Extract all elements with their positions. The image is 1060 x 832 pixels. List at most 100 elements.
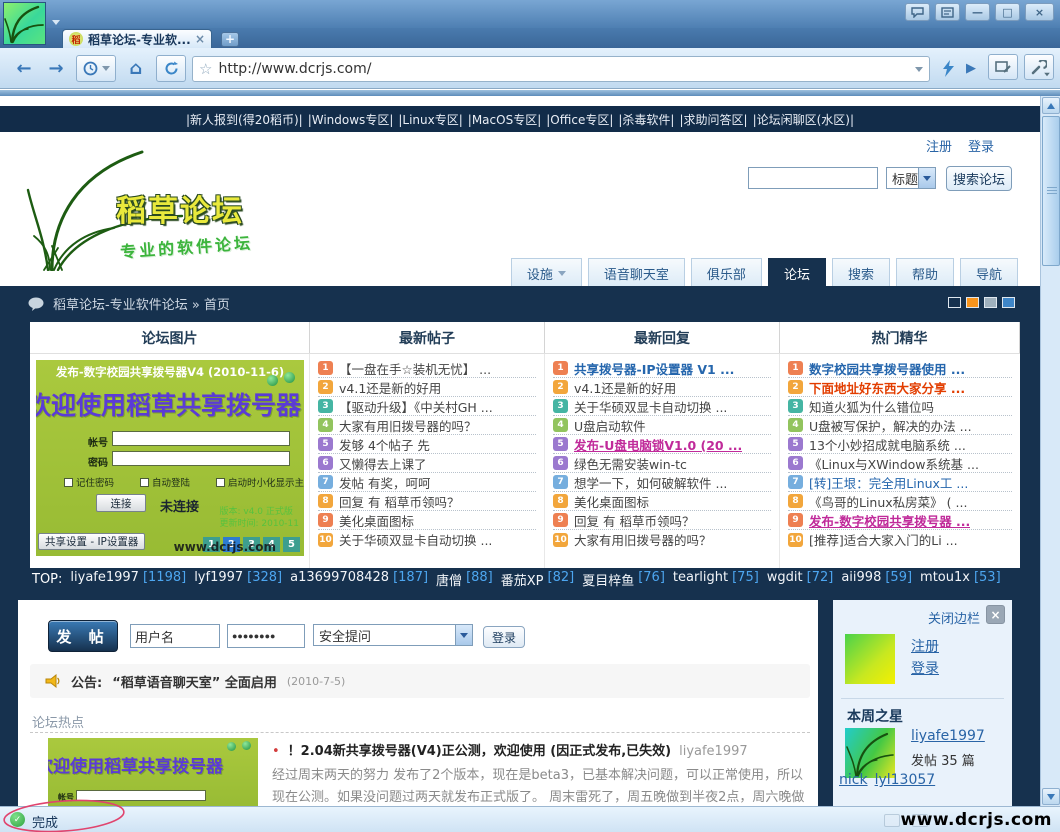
post-list-item[interactable]: 9 美化桌面图标 (318, 511, 536, 530)
menu-tab[interactable]: 导航 (960, 258, 1018, 287)
reply-link[interactable]: 美化桌面图标 (574, 492, 649, 511)
slideshow-page-button[interactable]: 5 (283, 537, 300, 552)
reply-link[interactable]: 关于华硕双显卡自动切换 ... (574, 397, 727, 416)
top-nav-link[interactable]: |Linux专区| (398, 111, 462, 128)
digest-link[interactable]: 下面地址好东西大家分享 ... (809, 378, 965, 397)
register-link[interactable]: 注册 (926, 136, 952, 155)
nick-label-link[interactable]: nick (839, 772, 868, 788)
digest-list-item[interactable]: 1 数字校园共享拨号器使用 ... (788, 359, 1012, 378)
scroll-up-button[interactable] (1042, 97, 1060, 114)
digest-list-item[interactable]: 6 《Linux与XWindow系统基 ... (788, 454, 1012, 473)
feedback-bubble-button[interactable] (905, 3, 930, 21)
digest-list-item[interactable]: 9 发布-数字校园共享拨号器 ... (788, 511, 1012, 530)
post-link[interactable]: 发够 4个帖子 先 (339, 435, 430, 454)
panel-button[interactable] (935, 3, 960, 21)
browser-tab[interactable]: 稻 稻草论坛-专业软... × (62, 29, 212, 48)
post-link[interactable]: 【驱动升级】《中关村GH ... (339, 397, 493, 416)
top-user[interactable]: mtou1x [53] (920, 570, 1001, 589)
style-square[interactable] (948, 297, 961, 308)
digest-link[interactable]: 数字校园共享拨号器使用 ... (809, 359, 965, 378)
minimize-button[interactable]: — (965, 3, 990, 21)
menu-tab[interactable]: 设施 (511, 258, 582, 287)
post-link[interactable]: 发帖 有奖，呵呵 (339, 473, 430, 492)
top-nav-link[interactable]: |新人报到(得20稻币)| (186, 111, 303, 128)
reply-list-item[interactable]: 6 绿色无需安装win-tc (553, 454, 771, 473)
reply-link[interactable]: 回复 有 稻草币领吗？ (574, 511, 694, 530)
week-star-name-link[interactable]: liyafe1997 (911, 728, 985, 744)
top-user[interactable]: wgdit [72] (767, 570, 834, 589)
post-list-item[interactable]: 2 v4.1还是新的好用 (318, 378, 536, 397)
digest-link[interactable]: 《Linux与XWindow系统基 ... (809, 454, 979, 473)
reply-list-item[interactable]: 5 发布-U盘电脑锁V1.0 (20 ... (553, 435, 771, 454)
reply-link[interactable]: 发布-U盘电脑锁V1.0 (20 ... (574, 435, 742, 454)
digest-list-item[interactable]: 4 U盘被写保护，解决的办法 ... (788, 416, 1012, 435)
reply-link[interactable]: 想学一下，如何破解软件 ... (574, 473, 727, 492)
digest-list-item[interactable]: 3 知道火狐为什么错位吗 (788, 397, 1012, 416)
post-link[interactable]: 关于华硕双显卡自动切换 ... (339, 530, 492, 549)
post-list-item[interactable]: 1 【一盘在手☆装机无忧】 ... (318, 359, 536, 378)
top-user[interactable]: lyf1997 [328] (194, 570, 282, 589)
search-forum-button[interactable]: 搜索论坛 (946, 166, 1012, 191)
reply-list-item[interactable]: 2 v4.1还是新的好用 (553, 378, 771, 397)
top-user-name[interactable]: aii998 (841, 570, 881, 589)
top-nav-link[interactable]: |求助问答区| (679, 111, 747, 128)
reply-link[interactable]: 共享拨号器-IP设置器 V1 ... (574, 359, 734, 378)
digest-list-item[interactable]: 8 《鸟哥的Linux私房菜》 ( ... (788, 492, 1012, 511)
top-user[interactable]: 夏目梓鱼 [76] (582, 570, 665, 589)
refresh-button[interactable] (156, 55, 186, 82)
digest-link[interactable]: 《鸟哥的Linux私房菜》 ( ... (809, 492, 967, 511)
select-arrow-icon[interactable] (918, 168, 935, 188)
settings-tools-button[interactable] (1024, 54, 1054, 80)
back-button[interactable]: ← (10, 55, 38, 82)
hot-topic-title[interactable]: ！2.04新共享拨号器(V4)正公测，欢迎使用 (因正式发布,已失效) (288, 740, 671, 759)
sidebar-close-label[interactable]: 关闭边栏 (928, 608, 980, 627)
top-user-name[interactable]: 夏目梓鱼 (582, 570, 634, 589)
top-user[interactable]: tearlight [75] (673, 570, 759, 589)
tab-close-icon[interactable]: × (195, 32, 205, 46)
close-button[interactable]: × (1025, 3, 1054, 21)
top-user-name[interactable]: liyafe1997 (70, 570, 139, 589)
history-button[interactable] (76, 55, 116, 82)
digest-list-item[interactable]: 5 13个小妙招成就电脑系统 ... (788, 435, 1012, 454)
quick-launch-button[interactable] (936, 55, 960, 82)
reply-list-item[interactable]: 4 U盘启动软件 (553, 416, 771, 435)
top-user-name[interactable]: tearlight (673, 570, 728, 589)
post-list-item[interactable]: 10 关于华硕双显卡自动切换 ... (318, 530, 536, 549)
post-link[interactable]: 回复 有 稻草币领吗？ (339, 492, 459, 511)
style-square[interactable] (966, 297, 979, 308)
digest-link[interactable]: 知道火狐为什么错位吗 (809, 397, 934, 416)
select-arrow-icon[interactable] (455, 625, 472, 645)
menu-tab[interactable]: 语音聊天室 (588, 258, 685, 287)
login-submit-button[interactable]: 登录 (483, 626, 525, 648)
post-link[interactable]: 美化桌面图标 (339, 511, 414, 530)
reply-list-item[interactable]: 10 大家有用旧拨号器的吗？ (553, 530, 771, 549)
top-user-name[interactable]: 唐僧 (436, 570, 462, 589)
top-user-name[interactable]: a13699708428 (290, 570, 389, 589)
nick-name-link[interactable]: lyl13057 (875, 772, 936, 788)
menu-tab[interactable]: 俱乐部 (691, 258, 762, 287)
menu-tab[interactable]: 帮助 (896, 258, 954, 287)
post-link[interactable]: v4.1还是新的好用 (339, 378, 441, 397)
post-list-item[interactable]: 8 回复 有 稻草币领吗？ (318, 492, 536, 511)
digest-link[interactable]: [转]王垠：完全用Linux工 ... (809, 473, 968, 492)
post-link[interactable]: 【一盘在手☆装机无忧】 ... (339, 359, 491, 378)
login-link[interactable]: 登录 (968, 136, 994, 155)
sidebar-close-button[interactable]: × (986, 605, 1005, 624)
top-nav-link[interactable]: |论坛闲聊区(水区)| (753, 111, 854, 128)
page-tools-button[interactable] (988, 54, 1018, 80)
reply-link[interactable]: 大家有用旧拨号器的吗？ (574, 530, 712, 549)
digest-list-item[interactable]: 7 [转]王垠：完全用Linux工 ... (788, 473, 1012, 492)
digest-link[interactable]: 13个小妙招成就电脑系统 ... (809, 435, 966, 454)
scroll-down-button[interactable] (1042, 788, 1060, 805)
sidebar-register-link[interactable]: 注册 (911, 636, 939, 656)
post-link[interactable]: 又懒得去上课了 (339, 454, 427, 473)
style-square[interactable] (984, 297, 997, 308)
reply-list-item[interactable]: 9 回复 有 稻草币领吗？ (553, 511, 771, 530)
forward-button[interactable]: → (42, 55, 70, 82)
style-square[interactable] (1002, 297, 1015, 308)
post-list-item[interactable]: 7 发帖 有奖，呵呵 (318, 473, 536, 492)
reply-link[interactable]: v4.1还是新的好用 (574, 378, 676, 397)
top-nav-link[interactable]: |杀毒软件| (618, 111, 674, 128)
address-bar[interactable]: ☆ http://www.dcrjs.com/ (192, 56, 930, 82)
new-post-button[interactable]: 发 帖 (48, 620, 118, 652)
